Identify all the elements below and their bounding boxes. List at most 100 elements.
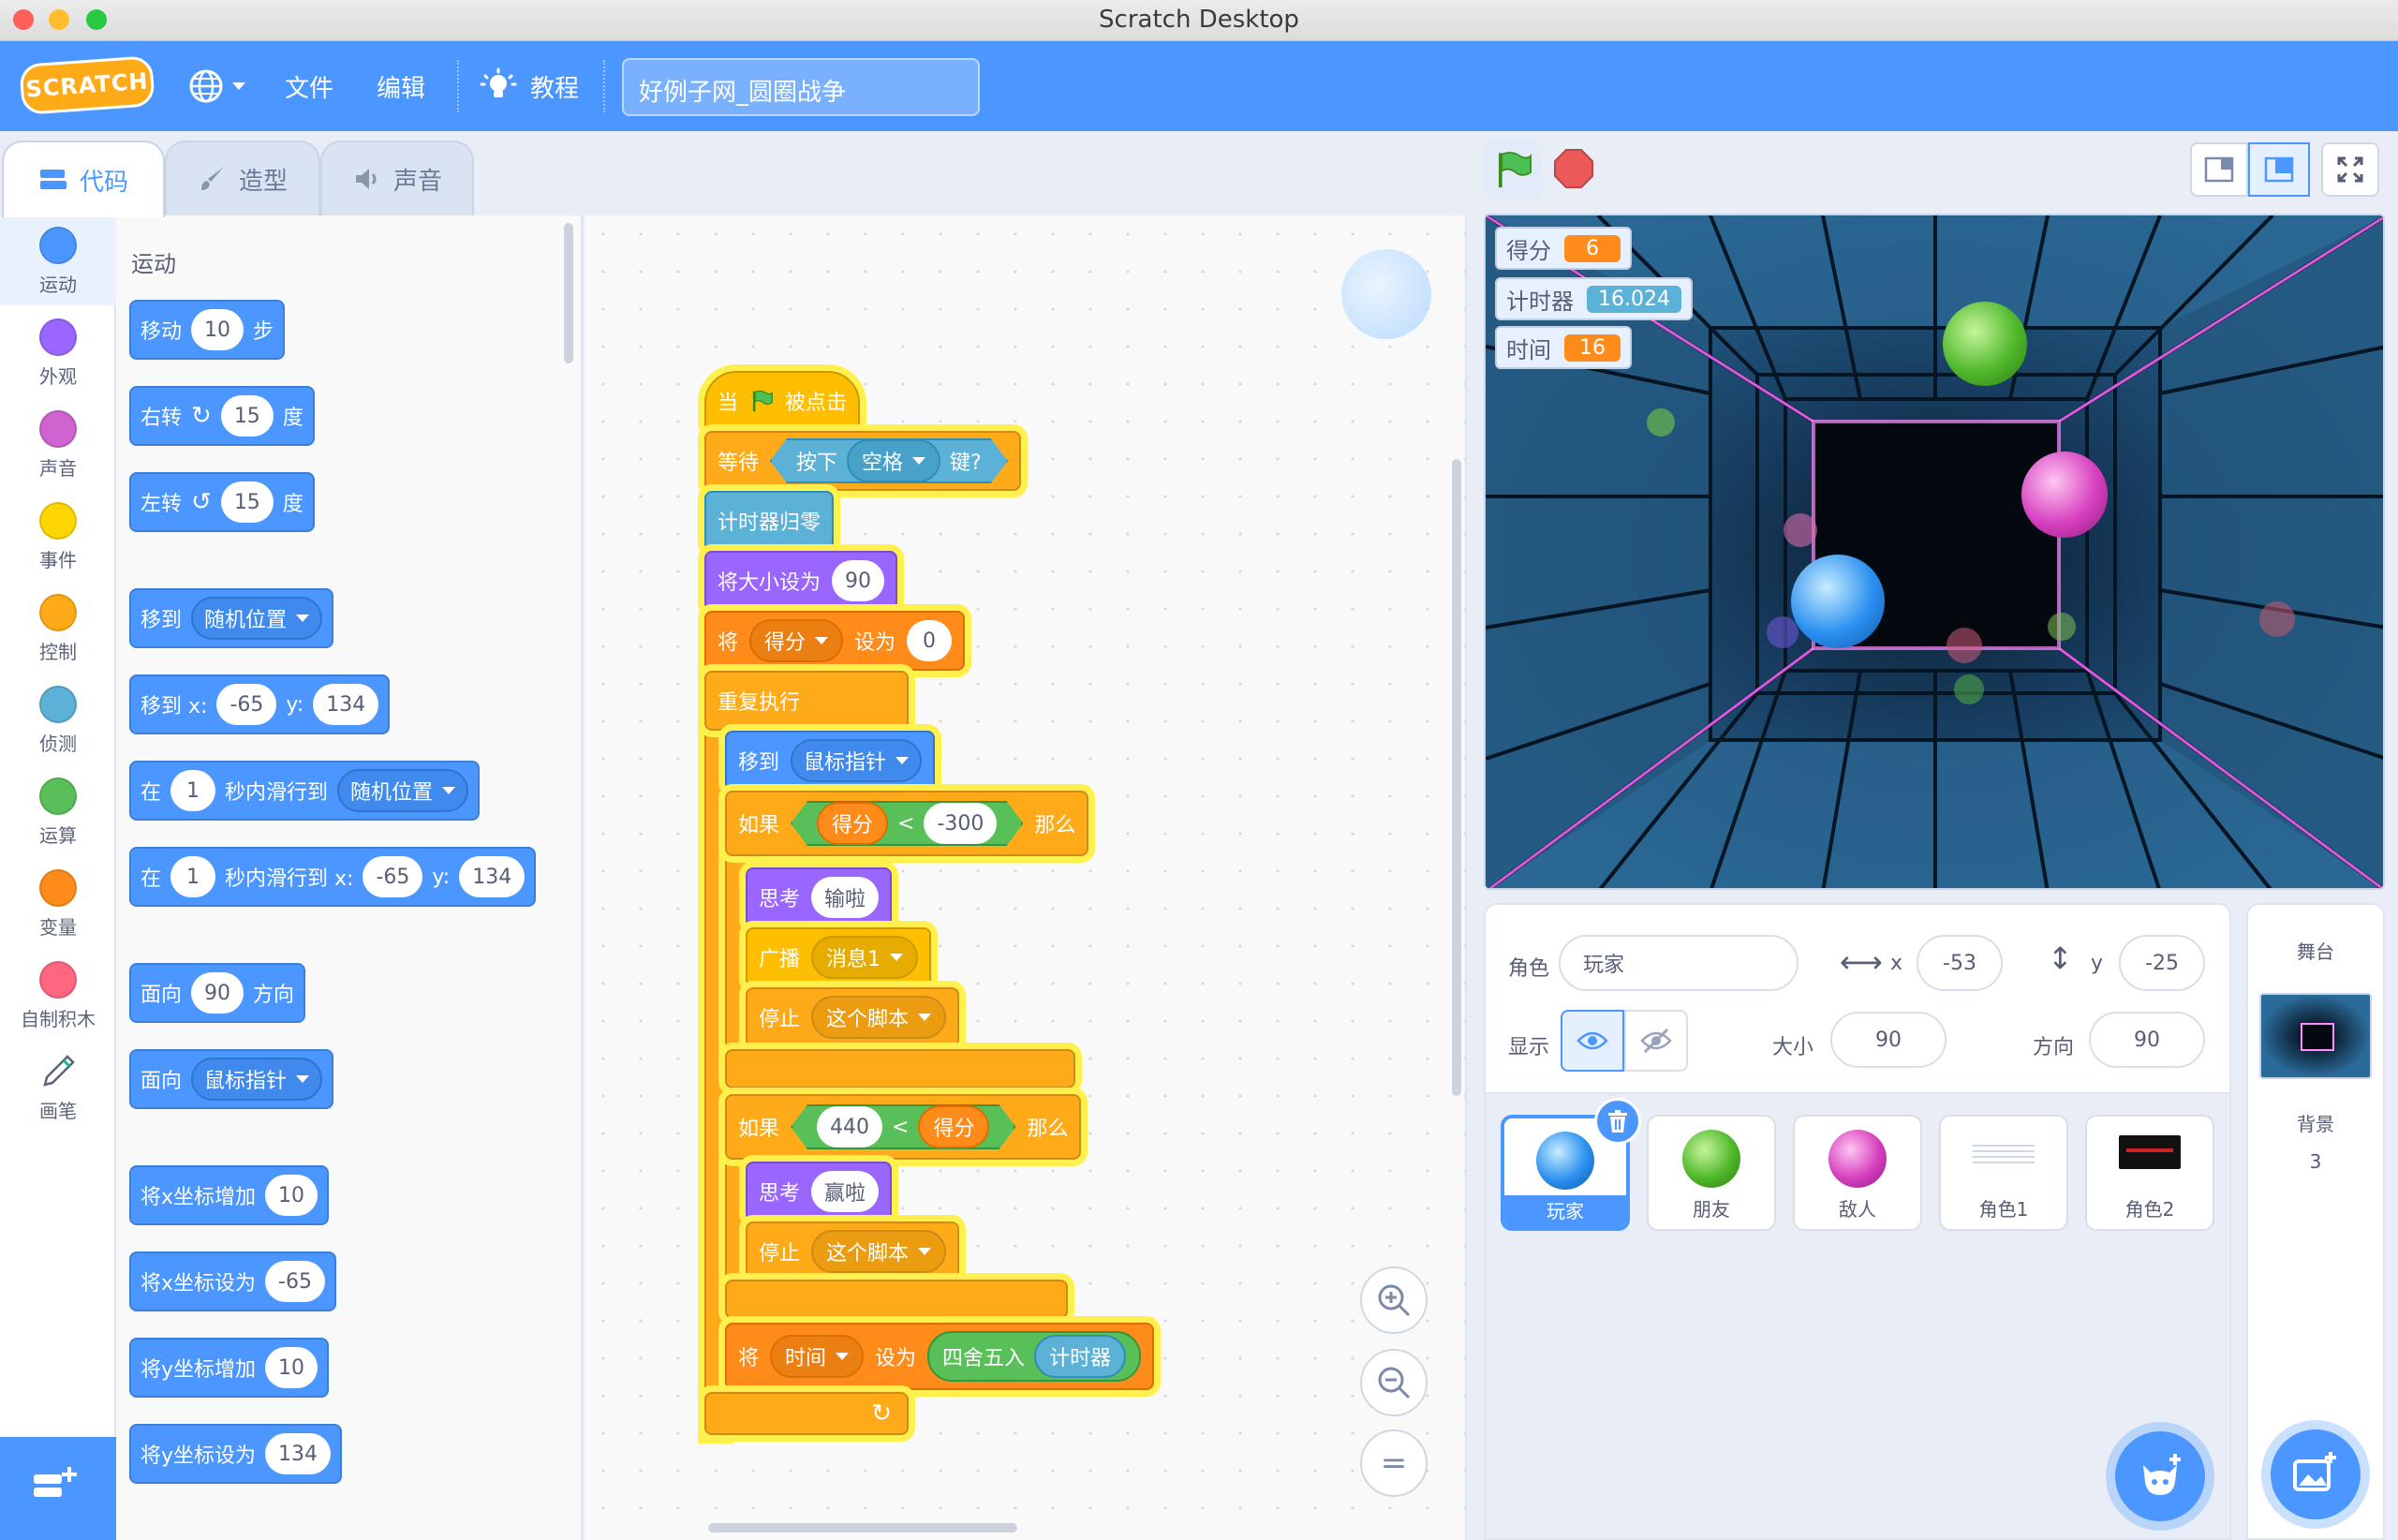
less-than-condition[interactable]: 得分 < -300 bbox=[791, 801, 1023, 846]
category-variables[interactable]: 变量 bbox=[0, 869, 116, 940]
goto-block[interactable]: 移到 随机位置 bbox=[129, 588, 334, 648]
degrees-input[interactable]: 15 bbox=[220, 395, 274, 437]
think-lose-block[interactable]: 思考 输啦 bbox=[746, 867, 893, 927]
less-than-condition[interactable]: 440 < 得分 bbox=[791, 1104, 1015, 1149]
value-input[interactable]: 440 bbox=[817, 1106, 882, 1148]
key-dropdown[interactable]: 空格 bbox=[847, 439, 940, 482]
size-input[interactable]: 90 bbox=[832, 560, 885, 601]
timer-reporter[interactable]: 计时器 bbox=[1034, 1335, 1127, 1378]
x-change-input[interactable]: 10 bbox=[265, 1175, 318, 1216]
towards-dropdown[interactable]: 鼠标指针 bbox=[191, 1058, 323, 1101]
set-time-block[interactable]: 将时间 设为 四舍五入 计时器 bbox=[725, 1323, 1155, 1390]
goto-dropdown[interactable]: 鼠标指针 bbox=[791, 739, 923, 782]
project-title-input[interactable]: 好例子网_圆圈战争 bbox=[622, 58, 980, 116]
stop-script-block[interactable]: 停止 这个脚本 bbox=[746, 1222, 960, 1281]
x-input[interactable]: -65 bbox=[363, 856, 423, 897]
reset-timer-block[interactable]: 计时器归零 bbox=[704, 491, 835, 551]
small-stage-button[interactable] bbox=[2190, 142, 2248, 197]
glide-xy-block[interactable]: 在 1 秒内滑行到 x: -65 y: 134 bbox=[129, 847, 537, 907]
sprite-tile-friend[interactable]: 朋友 bbox=[1647, 1115, 1776, 1231]
sprite-name-input[interactable]: 玩家 bbox=[1559, 935, 1798, 991]
message-dropdown[interactable]: 消息1 bbox=[811, 936, 919, 979]
add-extension-button[interactable] bbox=[0, 1437, 116, 1540]
category-events[interactable]: 事件 bbox=[0, 502, 116, 572]
message-input[interactable]: 输啦 bbox=[811, 877, 880, 918]
value-input[interactable]: 0 bbox=[907, 620, 953, 661]
score-reporter[interactable]: 得分 bbox=[918, 1105, 989, 1148]
workspace-horizontal-scrollbar[interactable] bbox=[708, 1523, 1017, 1533]
language-menu[interactable] bbox=[187, 64, 257, 109]
x-position-input[interactable]: -53 bbox=[1917, 935, 2003, 991]
seconds-input[interactable]: 1 bbox=[170, 856, 216, 897]
show-sprite-button[interactable] bbox=[1561, 1010, 1624, 1072]
tutorials-menu[interactable]: 教程 bbox=[480, 62, 579, 111]
zoom-reset-button[interactable]: = bbox=[1360, 1429, 1428, 1497]
seconds-input[interactable]: 1 bbox=[170, 770, 216, 811]
player-sprite[interactable] bbox=[1791, 555, 1885, 648]
y-position-input[interactable]: -25 bbox=[2119, 935, 2205, 991]
zoom-out-button[interactable] bbox=[1360, 1349, 1428, 1416]
add-backdrop-button[interactable] bbox=[2271, 1429, 2361, 1519]
category-motion[interactable]: 运动 bbox=[0, 227, 116, 297]
x-input[interactable]: -65 bbox=[216, 684, 277, 725]
scratch-logo[interactable]: SCRATCH bbox=[19, 55, 155, 115]
green-flag-button[interactable] bbox=[1484, 141, 1542, 199]
edit-menu[interactable]: 编辑 bbox=[377, 69, 425, 104]
large-stage-button[interactable] bbox=[2248, 142, 2310, 197]
delete-sprite-button[interactable] bbox=[1594, 1098, 1641, 1145]
y-value-input[interactable]: 134 bbox=[265, 1433, 332, 1474]
point-towards-block[interactable]: 面向 鼠标指针 bbox=[129, 1049, 334, 1109]
turn-right-block[interactable]: 右转 ↻ 15 度 bbox=[129, 386, 315, 446]
category-sensing[interactable]: 侦测 bbox=[0, 686, 116, 756]
direction-input[interactable]: 90 bbox=[2089, 1012, 2205, 1068]
forever-block[interactable]: 重复执行 bbox=[704, 671, 909, 731]
x-value-input[interactable]: -65 bbox=[265, 1261, 325, 1302]
when-flag-clicked-hat[interactable]: 当 被点击 bbox=[704, 371, 860, 431]
tab-sounds[interactable]: 声音 bbox=[320, 141, 474, 215]
message-input[interactable]: 赢啦 bbox=[811, 1171, 880, 1212]
add-sprite-button[interactable] bbox=[2115, 1431, 2205, 1521]
direction-input[interactable]: 90 bbox=[191, 972, 244, 1014]
glide-dropdown[interactable]: 随机位置 bbox=[337, 769, 469, 812]
variable-dropdown[interactable]: 得分 bbox=[749, 619, 844, 662]
stage-backdrop-thumbnail[interactable] bbox=[2259, 993, 2372, 1079]
set-score-block[interactable]: 将 得分 设为 0 bbox=[704, 611, 966, 671]
score-reporter[interactable]: 得分 bbox=[817, 802, 888, 845]
category-my-blocks[interactable]: 自制积木 bbox=[0, 961, 116, 1031]
variable-dropdown[interactable]: 时间 bbox=[770, 1335, 865, 1378]
degrees-input[interactable]: 15 bbox=[220, 481, 274, 523]
zoom-in-button[interactable] bbox=[1360, 1266, 1428, 1334]
change-y-block[interactable]: 将y坐标增加 10 bbox=[129, 1338, 330, 1398]
goto-xy-block[interactable]: 移到 x: -65 y: 134 bbox=[129, 674, 391, 734]
move-steps-block[interactable]: 移动 10 步 bbox=[129, 300, 286, 360]
goto-mouse-block[interactable]: 移到 鼠标指针 bbox=[725, 731, 936, 791]
if-lose-block[interactable]: 如果 得分 < -300 那么 bbox=[725, 791, 1089, 856]
time-monitor[interactable]: 时间 16 bbox=[1495, 326, 1632, 369]
enemy-sprite[interactable] bbox=[2021, 452, 2108, 538]
stop-button[interactable] bbox=[1549, 144, 1598, 193]
hide-sprite-button[interactable] bbox=[1624, 1010, 1688, 1072]
think-win-block[interactable]: 思考 赢啦 bbox=[746, 1162, 893, 1222]
tab-costumes[interactable]: 造型 bbox=[165, 141, 320, 215]
key-pressed-condition[interactable]: 按下 空格 键? bbox=[770, 438, 1008, 483]
category-pen[interactable]: 画笔 bbox=[0, 1053, 116, 1123]
wait-until-block[interactable]: 等待 按下 空格 键? bbox=[704, 431, 1021, 491]
friend-sprite[interactable] bbox=[1943, 302, 2027, 386]
file-menu[interactable]: 文件 bbox=[285, 69, 333, 104]
palette-scrollbar[interactable] bbox=[564, 223, 573, 363]
sprite-tile-enemy[interactable]: 敌人 bbox=[1793, 1115, 1922, 1231]
size-input[interactable]: 90 bbox=[1830, 1012, 1947, 1068]
category-sound[interactable]: 声音 bbox=[0, 410, 116, 481]
change-x-block[interactable]: 将x坐标增加 10 bbox=[129, 1165, 330, 1225]
broadcast-block[interactable]: 广播 消息1 bbox=[746, 927, 932, 987]
category-looks[interactable]: 外观 bbox=[0, 318, 116, 389]
if-win-block[interactable]: 如果 440 < 得分 那么 bbox=[725, 1094, 1082, 1160]
set-size-block[interactable]: 将大小设为 90 bbox=[704, 551, 898, 611]
tab-code[interactable]: 代码 bbox=[2, 141, 165, 217]
category-operators[interactable]: 运算 bbox=[0, 777, 116, 848]
steps-input[interactable]: 10 bbox=[191, 309, 244, 350]
turn-left-block[interactable]: 左转 ↺ 15 度 bbox=[129, 472, 315, 532]
timer-monitor[interactable]: 计时器 16.024 bbox=[1495, 277, 1693, 320]
glide-block[interactable]: 在 1 秒内滑行到 随机位置 bbox=[129, 761, 481, 821]
sprite-tile-sprite2[interactable]: 角色2 bbox=[2085, 1115, 2214, 1231]
